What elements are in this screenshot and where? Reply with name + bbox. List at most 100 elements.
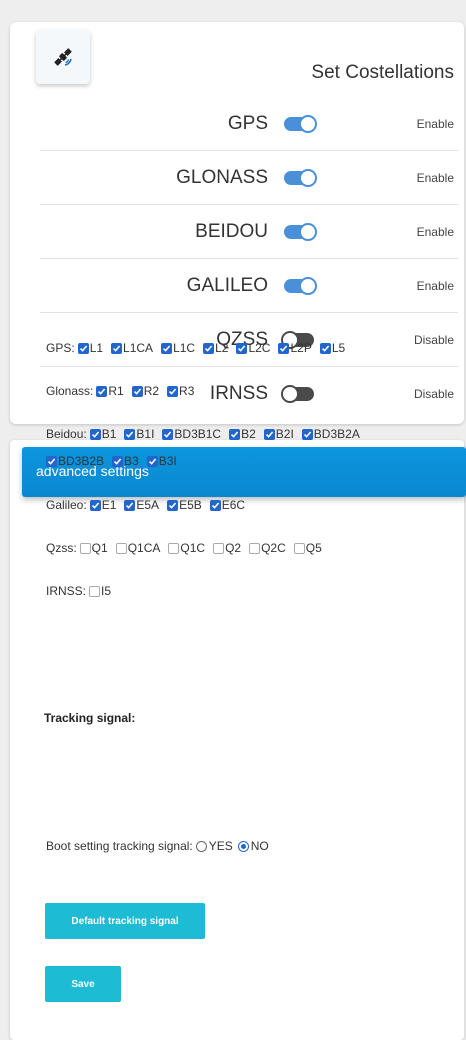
checkbox-box[interactable] xyxy=(263,428,275,440)
signal-checkbox-b2[interactable]: B2 xyxy=(229,427,256,441)
signal-checkbox-e1[interactable]: E1 xyxy=(89,498,116,512)
checkbox-box[interactable] xyxy=(46,455,57,467)
signal-checkbox-q2c[interactable]: Q2C xyxy=(249,541,286,555)
checkbox-label: R2 xyxy=(143,384,160,398)
signal-checkbox-l1[interactable]: L1 xyxy=(77,341,103,355)
signal-checkbox-r2[interactable]: R2 xyxy=(131,384,160,398)
toggle-knob xyxy=(299,114,317,133)
checkbox-box[interactable] xyxy=(79,542,91,554)
signal-checkbox-l1ca[interactable]: L1CA xyxy=(111,341,153,355)
checkbox-box[interactable] xyxy=(203,342,215,354)
signal-group-label: GPS: xyxy=(46,341,75,355)
signal-checkbox-b1i[interactable]: B1I xyxy=(124,427,154,441)
constellation-row-beidou: BEIDOU Enable xyxy=(40,205,458,259)
boot-radio-yes[interactable]: YES xyxy=(195,839,233,853)
constellations-card: Set Costellations GPS Enable GLONASS Enable… xyxy=(10,22,464,424)
signal-checkbox-r1[interactable]: R1 xyxy=(96,384,124,398)
signal-checkbox-e5a[interactable]: E5A xyxy=(124,498,159,512)
checkbox-label: Q5 xyxy=(305,541,322,555)
checkbox-box[interactable] xyxy=(168,542,180,554)
signal-checkbox-q5[interactable]: Q5 xyxy=(293,541,322,555)
checkbox-box[interactable] xyxy=(167,499,179,511)
signal-checkbox-e5b[interactable]: E5B xyxy=(167,498,202,512)
checkbox-box[interactable] xyxy=(77,342,89,354)
checkbox-box[interactable] xyxy=(249,542,261,554)
checkbox-box[interactable] xyxy=(146,455,158,467)
checkbox-box[interactable] xyxy=(96,385,108,397)
checkbox-label: BD3B2B xyxy=(58,454,105,468)
signal-group-label: Galileo: xyxy=(46,498,87,512)
signal-checkbox-b3i[interactable]: B3I xyxy=(146,454,177,468)
checkbox-label: B2I xyxy=(275,427,294,441)
signal-checkbox-r3[interactable]: R3 xyxy=(167,384,194,398)
checkbox-box[interactable] xyxy=(89,499,101,511)
signal-checkbox-q1ca[interactable]: Q1CA xyxy=(115,541,160,555)
signal-checkbox-q1c[interactable]: Q1C xyxy=(168,541,205,555)
checkbox-label: L5 xyxy=(331,341,346,355)
constellation-toggle[interactable] xyxy=(284,276,317,295)
signal-checkbox-bd3b1c[interactable]: BD3B1C xyxy=(162,427,221,441)
checkbox-label: L1C xyxy=(173,341,196,355)
checkbox-box[interactable] xyxy=(209,499,221,511)
checkbox-box[interactable] xyxy=(131,385,143,397)
signal-checkbox-l2p[interactable]: L2P xyxy=(278,341,312,355)
boot-setting-label: Boot setting tracking signal: xyxy=(46,839,193,853)
checkbox-box[interactable] xyxy=(162,428,174,440)
signal-checkbox-l2[interactable]: L2 xyxy=(203,341,228,355)
checkbox-label: R3 xyxy=(179,384,195,398)
checkbox-box[interactable] xyxy=(115,542,127,554)
checkbox-box[interactable] xyxy=(278,342,290,354)
toggle-knob xyxy=(299,222,317,241)
checkbox-box[interactable] xyxy=(236,342,248,354)
constellation-status: Enable xyxy=(416,116,454,131)
checkbox-box[interactable] xyxy=(124,428,136,440)
checkbox-box[interactable] xyxy=(111,342,123,354)
constellation-toggle[interactable] xyxy=(284,222,317,241)
constellation-status: Disable xyxy=(413,386,454,401)
satellite-icon-box xyxy=(36,30,90,84)
constellation-name: BEIDOU xyxy=(195,220,268,242)
checkbox-box[interactable] xyxy=(89,428,101,440)
checkbox-box[interactable] xyxy=(124,499,136,511)
signal-checkbox-l1c[interactable]: L1C xyxy=(161,341,195,355)
constellation-name: IRNSS xyxy=(209,382,268,404)
constellation-row-glonass: GLONASS Enable xyxy=(40,151,458,205)
signal-checkbox-b2i[interactable]: B2I xyxy=(263,427,294,441)
checkbox-box[interactable] xyxy=(112,455,124,467)
radio-circle[interactable] xyxy=(237,840,249,852)
signal-checkbox-bd3b2b[interactable]: BD3B2B xyxy=(46,454,104,468)
signal-checkbox-i5[interactable]: I5 xyxy=(89,584,111,598)
tracking-signal-title: Tracking signal: xyxy=(44,711,136,725)
signal-checkbox-b3[interactable]: B3 xyxy=(112,454,139,468)
constellation-name: GPS xyxy=(227,112,268,134)
checkbox-box[interactable] xyxy=(213,542,225,554)
save-button[interactable]: Save xyxy=(45,966,121,1002)
signal-checkbox-b1[interactable]: B1 xyxy=(89,427,116,441)
constellation-row-gps: GPS Enable xyxy=(40,97,458,151)
checkbox-box[interactable] xyxy=(301,428,313,440)
checkbox-box[interactable] xyxy=(229,428,241,440)
constellation-toggle[interactable] xyxy=(284,114,317,133)
signal-checkbox-l2c[interactable]: L2C xyxy=(236,341,270,355)
checkbox-box[interactable] xyxy=(293,542,305,554)
constellation-toggle[interactable] xyxy=(281,384,314,403)
signal-checkbox-e6c[interactable]: E6C xyxy=(209,498,245,512)
constellation-toggle[interactable] xyxy=(284,168,317,187)
checkbox-box[interactable] xyxy=(161,342,173,354)
checkbox-label: B1I xyxy=(136,427,155,441)
boot-radio-no[interactable]: NO xyxy=(237,839,269,853)
signal-row-qzss: Qzss: Q1 Q1CA Q1C Q2 Q2C Q5 xyxy=(46,541,330,555)
satellite-icon xyxy=(54,48,72,66)
signal-checkbox-q2[interactable]: Q2 xyxy=(213,541,241,555)
signal-checkbox-bd3b2a[interactable]: BD3B2A xyxy=(301,427,360,441)
checkbox-box[interactable] xyxy=(319,342,331,354)
signal-checkbox-l5[interactable]: L5 xyxy=(319,341,346,355)
radio-circle[interactable] xyxy=(195,840,207,852)
boot-setting-row: Boot setting tracking signal: YES NO xyxy=(46,839,274,853)
signal-checkbox-q1[interactable]: Q1 xyxy=(79,541,108,555)
default-tracking-signal-button[interactable]: Default tracking signal xyxy=(45,903,205,939)
checkbox-label: E5A xyxy=(136,498,160,512)
checkbox-label: Q2 xyxy=(225,541,242,555)
checkbox-box[interactable] xyxy=(167,385,179,397)
checkbox-box[interactable] xyxy=(89,585,101,597)
